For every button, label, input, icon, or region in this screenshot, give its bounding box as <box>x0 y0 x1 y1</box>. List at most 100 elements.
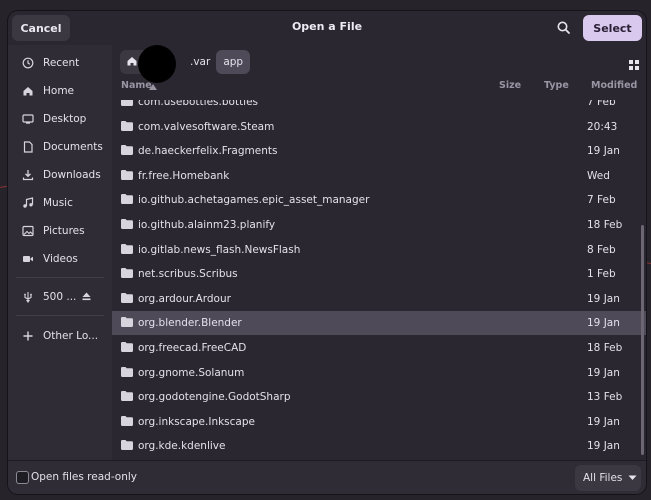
file-modified: 13 Feb <box>587 391 623 404</box>
usb-icon <box>22 291 34 303</box>
file-row[interactable]: net.scribus.Scribus 1 Feb <box>112 262 646 286</box>
file-row[interactable]: io.github.achetagames.epic_asset_manager… <box>112 188 646 212</box>
breadcrumb-app[interactable]: app <box>216 50 251 74</box>
file-modified: 19 Jan <box>587 415 620 428</box>
sidebar-item-label: Music <box>43 197 73 209</box>
column-size[interactable]: Size <box>499 80 521 91</box>
documents-icon <box>22 141 34 153</box>
sidebar-separator <box>16 277 104 278</box>
folder-icon <box>121 292 133 303</box>
plus-icon <box>22 330 34 342</box>
file-row[interactable]: com.usebottles.bottles 7 Feb <box>112 100 646 114</box>
sidebar-item-videos[interactable]: Videos <box>8 246 112 272</box>
file-name: fr.free.Homebank <box>138 169 230 182</box>
folder-icon <box>121 100 133 106</box>
file-row[interactable]: org.gnome.Solanum 19 Jan <box>112 361 646 385</box>
sidebar-item-drive[interactable]: 500 ... <box>8 284 112 310</box>
file-modified: 19 Jan <box>587 440 620 453</box>
header-bar: Cancel Open a File Select <box>8 11 646 45</box>
places-sidebar: Recent Home Desktop Documents Downloads … <box>8 45 112 460</box>
file-name: net.scribus.Scribus <box>138 268 238 281</box>
file-name: org.gnome.Solanum <box>138 366 245 379</box>
sidebar-item-label: Pictures <box>43 225 85 237</box>
select-button[interactable]: Select <box>583 15 642 41</box>
download-icon <box>22 169 34 181</box>
scrollbar[interactable] <box>641 225 644 455</box>
file-name: com.usebottles.bottles <box>138 100 259 108</box>
music-icon <box>22 197 34 209</box>
filter-value: All Files <box>583 472 623 484</box>
breadcrumb-var[interactable]: .var <box>186 50 216 74</box>
file-name: io.github.achetagames.epic_asset_manager <box>138 194 370 207</box>
file-row[interactable]: org.freecad.FreeCAD 18 Feb <box>112 336 646 360</box>
folder-icon <box>121 219 133 229</box>
sidebar-item-recent[interactable]: Recent <box>8 50 112 76</box>
redaction-blob <box>138 45 176 83</box>
file-row[interactable]: io.github.alainm23.planify 18 Feb <box>112 213 646 237</box>
column-name[interactable]: Name <box>121 80 152 91</box>
chevron-down-icon <box>628 475 637 481</box>
file-row[interactable]: org.blender.Blender 19 Jan <box>112 311 646 336</box>
file-modified: 19 Jan <box>587 366 620 379</box>
file-name: org.ardour.Ardour <box>138 292 231 305</box>
file-row[interactable]: fr.free.Homebank Wed <box>112 164 646 188</box>
column-type[interactable]: Type <box>544 80 569 91</box>
home-icon <box>22 85 34 97</box>
folder-icon <box>121 440 133 451</box>
sidebar-item-label: Videos <box>43 253 78 265</box>
videos-icon <box>22 253 34 265</box>
grid-view-icon[interactable] <box>629 55 639 70</box>
file-list: com.usebottles.bottles 7 Feb com.valvesoft… <box>112 100 646 457</box>
file-row[interactable]: org.kde.kdenlive 19 Jan <box>112 434 646 457</box>
file-row[interactable]: io.gitlab.news_flash.NewsFlash 8 Feb <box>112 238 646 262</box>
sidebar-separator <box>16 315 104 316</box>
dialog-title: Open a File <box>291 20 363 33</box>
file-row[interactable]: com.valvesoftware.Steam 20:43 <box>112 115 646 139</box>
folder-icon <box>121 342 133 352</box>
search-icon[interactable] <box>555 19 573 37</box>
sidebar-item-label: Downloads <box>43 169 101 181</box>
dialog-footer: Open files read-only All Files <box>8 460 646 494</box>
sidebar-item-other-locations[interactable]: Other Lo... <box>8 323 112 349</box>
sidebar-item-label: Recent <box>43 57 80 69</box>
file-name: org.blender.Blender <box>138 317 242 330</box>
home-icon <box>126 55 138 70</box>
folder-icon <box>121 169 133 180</box>
sidebar-item-label: Other Lo... <box>43 330 99 342</box>
file-filter-dropdown[interactable]: All Files <box>575 465 641 491</box>
desktop-icon <box>22 113 34 125</box>
folder-icon <box>121 145 133 156</box>
file-row[interactable]: de.haeckerfelix.Fragments 19 Jan <box>112 139 646 163</box>
sidebar-item-downloads[interactable]: Downloads <box>8 162 112 188</box>
eject-icon[interactable] <box>81 291 92 305</box>
file-row[interactable]: org.ardour.Ardour 19 Jan <box>112 287 646 311</box>
file-name: de.haeckerfelix.Fragments <box>138 145 278 158</box>
sort-ascending-icon <box>149 82 157 93</box>
file-modified: 1 Feb <box>587 268 616 281</box>
file-name: io.github.alainm23.planify <box>138 219 276 231</box>
sidebar-item-label: Home <box>43 85 75 97</box>
file-modified: 19 Jan <box>587 317 620 330</box>
column-headers: Name Size Type Modified <box>112 80 646 94</box>
folder-icon <box>121 194 133 205</box>
sidebar-item-home[interactable]: Home <box>8 78 112 104</box>
file-row[interactable]: org.godotengine.GodotSharp 13 Feb <box>112 385 646 409</box>
sidebar-item-music[interactable]: Music <box>8 190 112 216</box>
file-modified: 18 Feb <box>587 219 623 231</box>
sidebar-item-pictures[interactable]: Pictures <box>8 218 112 244</box>
file-chooser-dialog: Cancel Open a File Select Recent Home De… <box>8 11 646 494</box>
sidebar-item-documents[interactable]: Documents <box>8 134 112 160</box>
clock-icon <box>22 57 34 69</box>
folder-icon <box>121 415 133 426</box>
file-modified: Wed <box>587 169 610 182</box>
pictures-icon <box>22 225 34 237</box>
file-modified: 7 Feb <box>587 100 616 108</box>
file-browser: .var app Name Size Type Modified com.use… <box>112 45 646 460</box>
readonly-checkbox[interactable] <box>16 471 29 484</box>
file-row[interactable]: org.inkscape.Inkscape 19 Jan <box>112 410 646 434</box>
sidebar-item-desktop[interactable]: Desktop <box>8 106 112 132</box>
file-modified: 18 Feb <box>587 342 623 354</box>
folder-icon <box>121 366 133 377</box>
file-name: org.inkscape.Inkscape <box>138 415 255 428</box>
column-modified[interactable]: Modified <box>591 80 637 91</box>
